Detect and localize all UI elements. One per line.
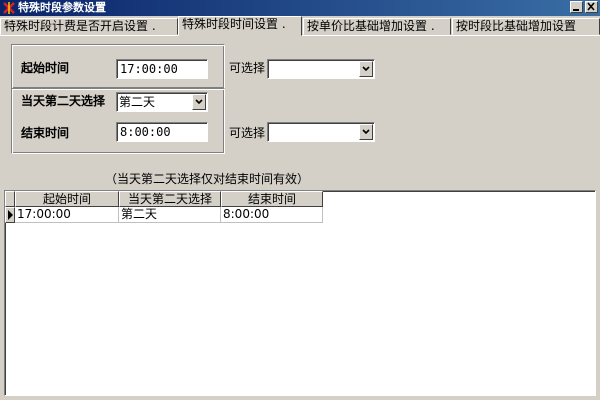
app-icon xyxy=(3,2,15,14)
dropdown-button[interactable] xyxy=(359,124,373,140)
tab-period-increase[interactable]: 按时段比基础增加设置 xyxy=(452,18,600,35)
tab-label: 特殊时段计费是否开启设置 . xyxy=(4,19,156,33)
column-header[interactable]: 结束时间 xyxy=(221,191,323,207)
start-optional-label: 可选择 xyxy=(229,61,266,75)
row-header-corner xyxy=(5,191,15,207)
day-select-label: 当天第二天选择 xyxy=(21,94,106,108)
column-header[interactable]: 当天第二天选择 xyxy=(119,191,221,207)
end-optional-select[interactable] xyxy=(267,122,375,142)
table-cell[interactable]: 第二天 xyxy=(119,207,221,223)
end-time-label: 结束时间 xyxy=(21,126,70,140)
tab-label: 特殊时段时间设置 . xyxy=(182,17,286,31)
minimize-icon xyxy=(573,9,579,11)
time-settings-panel: 起始时间 17:00:00 可选择 当天第二天选择 第二天 结束时间 8:00:… xyxy=(0,35,600,192)
tab-time-settings[interactable]: 特殊时段时间设置 . xyxy=(178,16,302,36)
chevron-down-icon xyxy=(362,66,370,72)
schedule-table[interactable]: 起始时间 当天第二天选择 结束时间 17:00:00 第二天 8:00:00 xyxy=(4,190,596,396)
note-text: （当天第二天选择仅对结束时间有效） xyxy=(105,172,310,186)
row-indicator[interactable] xyxy=(5,207,15,223)
column-header[interactable]: 起始时间 xyxy=(15,191,119,207)
start-time-label: 起始时间 xyxy=(21,61,70,75)
tab-unit-price-increase[interactable]: 按单价比基础增加设置 . xyxy=(303,18,451,35)
table-cell[interactable]: 8:00:00 xyxy=(221,207,323,223)
dropdown-button[interactable] xyxy=(359,61,373,77)
table-cell[interactable]: 17:00:00 xyxy=(15,207,119,223)
end-optional-label: 可选择 xyxy=(229,126,266,140)
dropdown-button[interactable] xyxy=(192,94,206,110)
day-select[interactable]: 第二天 xyxy=(116,92,208,112)
chevron-down-icon xyxy=(195,99,203,105)
close-icon xyxy=(587,2,595,11)
tab-label: 按单价比基础增加设置 . xyxy=(307,19,435,33)
day-select-value: 第二天 xyxy=(119,95,156,109)
chevron-down-icon xyxy=(362,129,370,135)
start-optional-select[interactable] xyxy=(267,59,375,79)
current-row-icon xyxy=(8,210,13,220)
close-button[interactable] xyxy=(585,1,598,13)
tab-strip: 特殊时段计费是否开启设置 . 特殊时段时间设置 . 按单价比基础增加设置 . 按… xyxy=(0,16,600,36)
tab-label: 按时段比基础增加设置 xyxy=(456,19,577,33)
minimize-button[interactable] xyxy=(570,1,583,13)
tab-billing-enable[interactable]: 特殊时段计费是否开启设置 . xyxy=(0,18,178,35)
window-title: 特殊时段参数设置 xyxy=(18,1,106,14)
title-bar: 特殊时段参数设置 xyxy=(0,0,600,16)
end-time-input[interactable]: 8:00:00 xyxy=(116,122,208,142)
start-time-input[interactable]: 17:00:00 xyxy=(116,59,208,79)
